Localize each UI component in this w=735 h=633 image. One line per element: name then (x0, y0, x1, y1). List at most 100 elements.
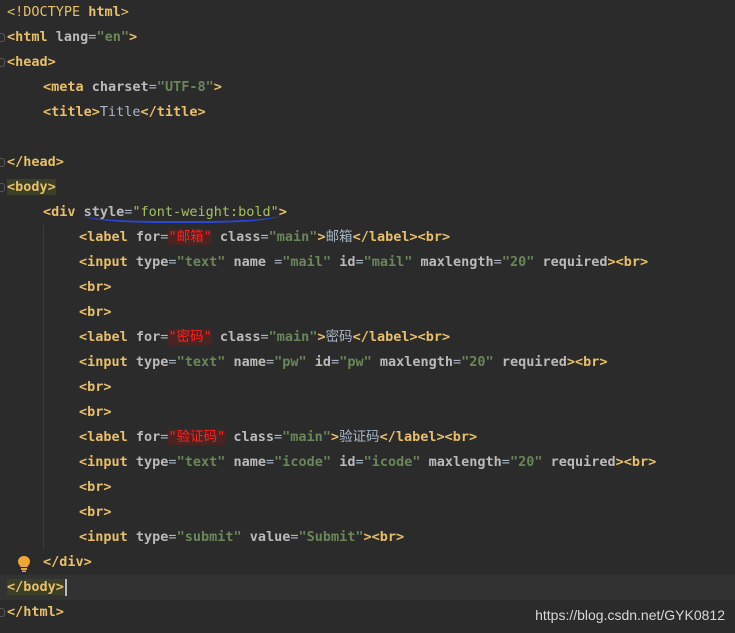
attribute-value: "20" (461, 354, 494, 370)
code-line[interactable]: <title>Title</title> (0, 100, 735, 125)
tag-open: <input (79, 454, 136, 470)
tag: </head> (7, 154, 64, 170)
code-line[interactable]: <br> (0, 375, 735, 400)
tag-matched: <body> (7, 179, 56, 195)
attribute-value: "20" (509, 454, 543, 470)
tag: <head> (7, 54, 56, 70)
attribute-name: id (339, 254, 356, 270)
attribute-value: "text" (176, 254, 226, 270)
tag-text: 邮箱 (325, 229, 353, 245)
attribute-name: type (135, 529, 169, 545)
attribute-value: "submit" (176, 529, 242, 545)
code-line[interactable]: <body> (0, 175, 735, 200)
tag-open: <input (79, 254, 136, 270)
attribute-name: maxlength (428, 454, 502, 470)
code-line[interactable]: <input type="submit" value="Submit"><br> (0, 525, 735, 550)
tag-end: ><br> (566, 354, 608, 370)
tag-end: ><br> (363, 529, 405, 545)
tag-open: <label (79, 329, 136, 345)
code-line[interactable]: <br> (0, 400, 735, 425)
equals: = (260, 229, 269, 245)
code-line[interactable]: <!DOCTYPE html> (0, 0, 735, 25)
code-editor[interactable]: { "editor": { "lines": [ {"doctype_open"… (0, 0, 735, 633)
attribute-name: required (550, 454, 616, 470)
tag-text: 密码 (325, 329, 353, 345)
attribute-name: id (339, 454, 356, 470)
code-line[interactable]: </div> (0, 550, 735, 575)
attribute-value: "pw" (339, 354, 372, 370)
tag-text: 验证码 (339, 429, 380, 445)
attribute-value: "pw" (274, 354, 307, 370)
code-line[interactable]: <head> (0, 50, 735, 75)
tag-open: <html (7, 29, 56, 45)
attribute-name: type (135, 354, 169, 370)
attribute-name: class (233, 429, 274, 445)
code-line[interactable]: <div style="font-weight:bold"> (0, 200, 735, 225)
error-value: "密码" (168, 329, 212, 345)
tag-open: <div (43, 204, 84, 220)
attribute-name: maxlength (379, 354, 454, 370)
tag: </div> (43, 554, 92, 570)
tag-open: <input (79, 354, 136, 370)
code-line[interactable]: <br> (0, 475, 735, 500)
lightbulb-icon[interactable] (16, 555, 32, 573)
tag: <br> (79, 379, 112, 395)
error-value: "验证码" (168, 429, 226, 445)
tag-open: <meta (43, 79, 92, 95)
tag-close: > (213, 79, 222, 95)
attribute-value: "text" (176, 454, 226, 470)
code-line[interactable]: <label for="验证码" class="main">验证码</label… (0, 425, 735, 450)
attribute-name: lang (55, 29, 89, 45)
tag: <br> (79, 504, 112, 520)
code-line[interactable]: <br> (0, 300, 735, 325)
attribute-name: id (314, 354, 332, 370)
code-line[interactable]: <br> (0, 500, 735, 525)
attribute-name: type (135, 254, 169, 270)
tag: </html> (7, 604, 64, 620)
tag-end: ><br> (615, 454, 657, 470)
attribute-value: "main" (268, 329, 318, 345)
tag-matched: </body> (7, 579, 64, 595)
tag: <br> (79, 404, 112, 420)
code-line-current[interactable]: </body> (0, 575, 735, 600)
attribute-name: for (135, 429, 161, 445)
attribute-name: class (219, 329, 261, 345)
code-line[interactable]: <html lang="en"> (0, 25, 735, 50)
attribute-value: "20" (501, 254, 535, 270)
attribute-value: "text" (176, 354, 226, 370)
attribute-name: value (249, 529, 291, 545)
attribute-value: "Submit" (298, 529, 364, 545)
doctype-keyword: html (88, 4, 121, 20)
attribute-value: "UTF-8" (156, 79, 214, 95)
tag: <br> (79, 304, 112, 320)
code-line[interactable]: <input type="text" name="icode" id="icod… (0, 450, 735, 475)
tag-open: <label (79, 229, 136, 245)
code-line[interactable]: <input type="text" name="pw" id="pw" max… (0, 350, 735, 375)
tag-text: Title (99, 104, 141, 120)
attribute-value: "mail" (282, 254, 332, 270)
attribute-name: name (233, 354, 266, 370)
code-line[interactable]: <input type="text" name ="mail" id="mail… (0, 250, 735, 275)
attribute-name: charset (91, 79, 149, 95)
code-line[interactable]: <meta charset="UTF-8"> (0, 75, 735, 100)
code-line[interactable] (0, 125, 735, 150)
code-line[interactable]: <label for="邮箱" class="main">邮箱</label><… (0, 225, 735, 250)
tag-end: </label><br> (352, 229, 451, 245)
doctype-close: > (120, 4, 129, 20)
attribute-name: required (501, 354, 567, 370)
attribute-name: required (542, 254, 608, 270)
code-line[interactable]: <label for="密码" class="main">密码</label><… (0, 325, 735, 350)
attribute-name: for (135, 229, 161, 245)
tag-end: </label><br> (379, 429, 478, 445)
attribute-name: name (233, 254, 275, 270)
tag-open: <label (79, 429, 136, 445)
code-line[interactable]: <br> (0, 275, 735, 300)
tag-open: <input (79, 529, 136, 545)
equals: = (148, 79, 157, 95)
attribute-name: style (83, 204, 125, 220)
code-line[interactable]: </head> (0, 150, 735, 175)
attribute-name: name (233, 454, 266, 470)
attribute-name: for (135, 329, 161, 345)
tag-open: <title> (43, 104, 100, 120)
text-caret (64, 578, 67, 596)
